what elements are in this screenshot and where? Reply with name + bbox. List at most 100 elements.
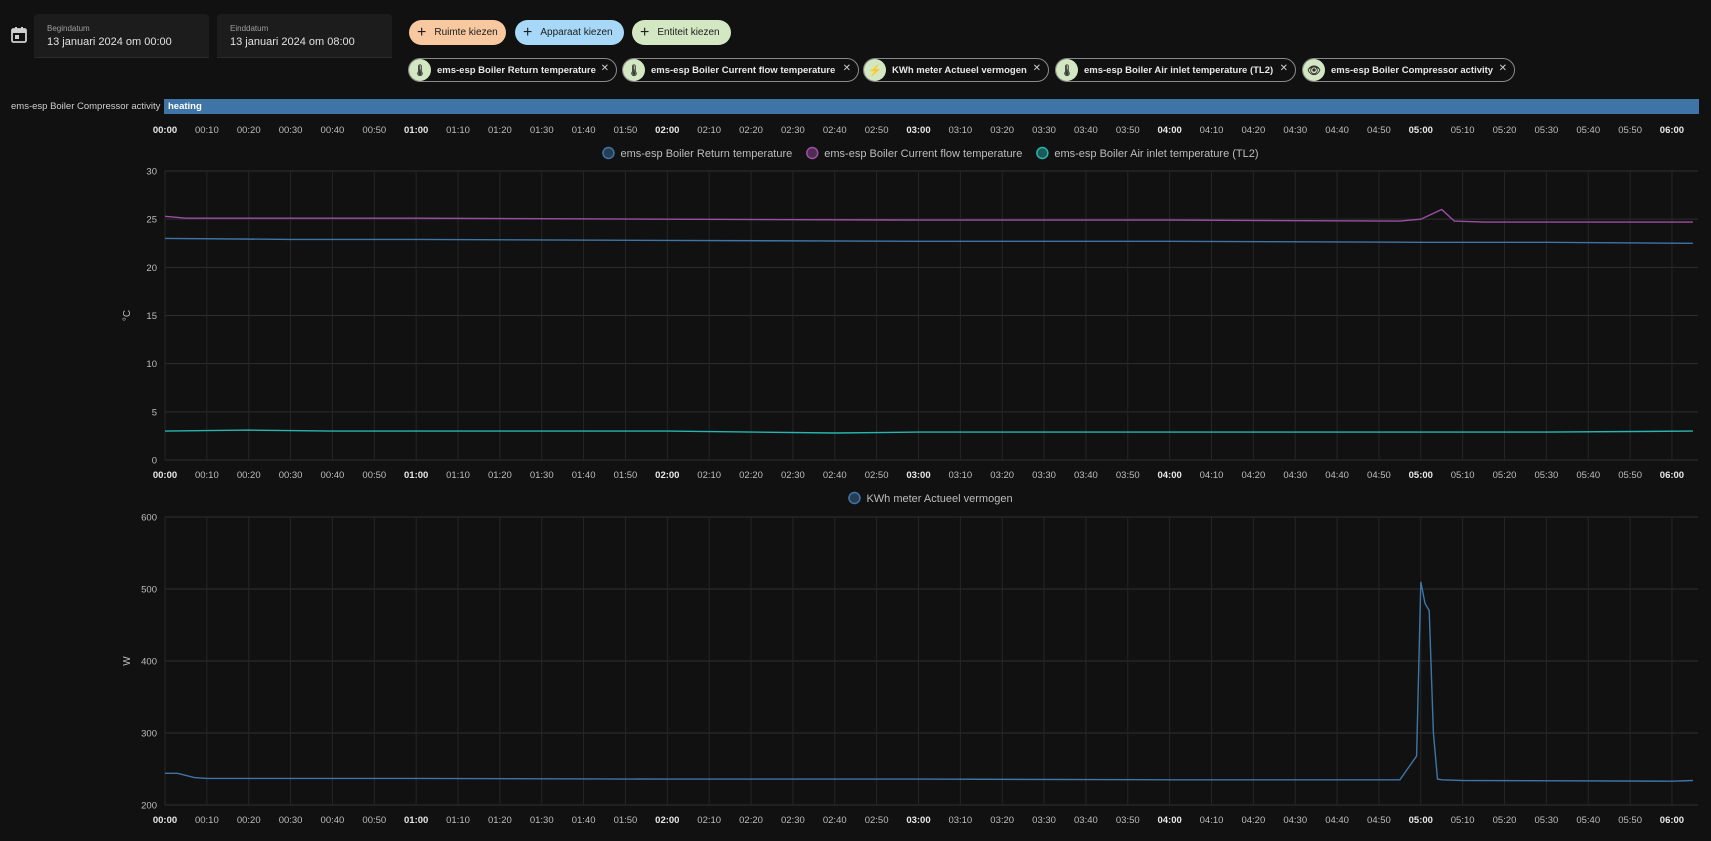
close-icon[interactable]: ✕ xyxy=(1280,63,1288,74)
x-tick-label: 04:30 xyxy=(1283,815,1307,826)
legend-item[interactable]: ems-esp Boiler Current flow temperature xyxy=(806,146,1023,161)
y-axis-label: °C xyxy=(122,310,133,321)
x-tick-label: 05:20 xyxy=(1493,470,1517,481)
time-tick-label: 03:50 xyxy=(1116,125,1140,136)
chip-label: ems-esp Boiler Current flow temperature xyxy=(651,64,836,76)
time-tick-label: 01:00 xyxy=(404,125,428,136)
time-tick-label: 00:50 xyxy=(362,125,386,136)
start-date-field[interactable]: Begindatum 13 januari 2024 om 00:00 xyxy=(34,14,209,58)
time-tick-label: 02:00 xyxy=(655,125,679,136)
time-tick-label: 00:20 xyxy=(237,125,261,136)
entity-chip-compressor-activity[interactable]: 👁 ems-esp Boiler Compressor activity ✕ xyxy=(1302,58,1515,82)
x-tick-label: 01:30 xyxy=(530,815,554,826)
x-tick-label: 00:00 xyxy=(153,470,177,481)
entity-chip-kwh-meter[interactable]: ⚡ KWh meter Actueel vermogen ✕ xyxy=(863,58,1049,82)
x-tick-label: 02:40 xyxy=(823,815,847,826)
legend-swatch xyxy=(602,146,615,160)
x-tick-label: 02:00 xyxy=(655,470,679,481)
legend-swatch xyxy=(848,491,861,505)
close-icon[interactable]: ✕ xyxy=(843,63,851,74)
legend-swatch xyxy=(806,146,819,160)
time-tick-label: 05:10 xyxy=(1451,125,1475,136)
x-tick-label: 00:20 xyxy=(237,815,261,826)
series-line xyxy=(164,237,1693,244)
time-tick-label: 01:50 xyxy=(614,125,638,136)
x-tick-label: 01:20 xyxy=(488,470,512,481)
close-icon[interactable]: ✕ xyxy=(601,63,609,74)
entity-chip-return-temperature[interactable]: 🌡 ems-esp Boiler Return temperature ✕ xyxy=(408,58,617,82)
time-tick-label: 01:40 xyxy=(572,125,596,136)
legend-item[interactable]: KWh meter Actueel vermogen xyxy=(848,491,1013,506)
time-tick-label: 04:40 xyxy=(1325,125,1349,136)
x-tick-label: 03:10 xyxy=(948,470,972,481)
x-tick-label: 04:40 xyxy=(1325,815,1349,826)
x-tick-label: 05:40 xyxy=(1576,470,1600,481)
x-tick-label: 00:10 xyxy=(195,815,219,826)
legend-label: ems-esp Boiler Return temperature xyxy=(620,148,792,160)
calendar-icon[interactable] xyxy=(10,26,28,44)
entity-chip-air-inlet-temperature[interactable]: 🌡 ems-esp Boiler Air inlet temperature (… xyxy=(1055,58,1296,82)
plus-icon: + xyxy=(417,23,427,41)
x-tick-label: 02:30 xyxy=(781,815,805,826)
x-tick-label: 01:10 xyxy=(446,815,470,826)
x-tick-label: 04:30 xyxy=(1283,470,1307,481)
close-icon[interactable]: ✕ xyxy=(1033,63,1041,74)
time-tick-label: 04:50 xyxy=(1367,125,1391,136)
y-tick-label: 5 xyxy=(152,407,157,418)
y-axis-label: W xyxy=(122,656,133,666)
x-tick-label: 04:50 xyxy=(1367,815,1391,826)
thermometer-icon: 🌡 xyxy=(1056,59,1078,81)
x-tick-label: 04:00 xyxy=(1157,470,1181,481)
chip-label: ems-esp Boiler Compressor activity xyxy=(1331,64,1494,76)
end-date-field[interactable]: Einddatum 13 januari 2024 om 08:00 xyxy=(217,14,392,58)
x-tick-label: 00:20 xyxy=(237,470,261,481)
x-tick-label: 03:50 xyxy=(1116,470,1140,481)
series-line xyxy=(164,208,1693,223)
entity-chip-flow-temperature[interactable]: 🌡 ems-esp Boiler Current flow temperatur… xyxy=(622,58,859,82)
x-tick-label: 03:00 xyxy=(906,815,930,826)
x-tick-label: 01:30 xyxy=(530,470,554,481)
timeline-bar[interactable]: heating xyxy=(164,99,1699,114)
x-tick-label: 02:50 xyxy=(865,470,889,481)
legend-label: KWh meter Actueel vermogen xyxy=(866,493,1012,505)
y-tick-label: 25 xyxy=(146,215,157,226)
choose-device-button[interactable]: + Apparaat kiezen xyxy=(515,20,624,45)
x-tick-label: 05:30 xyxy=(1534,815,1558,826)
flash-icon: ⚡ xyxy=(864,59,886,81)
x-tick-label: 00:10 xyxy=(195,470,219,481)
time-tick-label: 05:20 xyxy=(1493,125,1517,136)
x-tick-label: 02:40 xyxy=(823,470,847,481)
x-tick-label: 05:50 xyxy=(1618,815,1642,826)
x-tick-label: 00:30 xyxy=(279,815,303,826)
choose-area-button[interactable]: + Ruimte kiezen xyxy=(409,20,506,45)
legend-item[interactable]: ems-esp Boiler Air inlet temperature (TL… xyxy=(1036,146,1259,161)
x-tick-label: 04:50 xyxy=(1367,470,1391,481)
chip-label: ems-esp Boiler Air inlet temperature (TL… xyxy=(1084,64,1274,76)
x-tick-label: 05:00 xyxy=(1409,815,1433,826)
time-tick-label: 05:00 xyxy=(1409,125,1433,136)
legend-item[interactable]: ems-esp Boiler Return temperature xyxy=(602,146,792,161)
time-tick-label: 01:20 xyxy=(488,125,512,136)
choose-entity-button[interactable]: + Entiteit kiezen xyxy=(632,20,731,45)
y-tick-label: 10 xyxy=(146,359,157,370)
eye-icon: 👁 xyxy=(1303,59,1325,81)
time-tick-label: 02:50 xyxy=(865,125,889,136)
start-date-value: 13 januari 2024 om 00:00 xyxy=(47,36,172,48)
y-tick-label: 200 xyxy=(141,801,157,812)
x-tick-label: 01:50 xyxy=(614,815,638,826)
time-tick-label: 00:10 xyxy=(195,125,219,136)
chip-label: KWh meter Actueel vermogen xyxy=(892,64,1027,76)
close-icon[interactable]: ✕ xyxy=(1499,63,1507,74)
time-tick-label: 02:10 xyxy=(697,125,721,136)
time-tick-label: 02:20 xyxy=(739,125,763,136)
x-tick-label: 01:00 xyxy=(404,470,428,481)
time-tick-label: 02:30 xyxy=(781,125,805,136)
history-charts: 00:00 00:10 00:20 00:30 00:40 00:50 01:00 01:10… xyxy=(122,125,1698,826)
x-tick-label: 04:20 xyxy=(1241,815,1265,826)
start-date-label: Begindatum xyxy=(47,24,90,33)
plus-icon: + xyxy=(640,23,650,41)
choose-device-label: Apparaat kiezen xyxy=(540,27,613,38)
thermometer-icon: 🌡 xyxy=(409,59,431,81)
x-tick-label: 01:10 xyxy=(446,470,470,481)
x-tick-label: 02:00 xyxy=(655,815,679,826)
